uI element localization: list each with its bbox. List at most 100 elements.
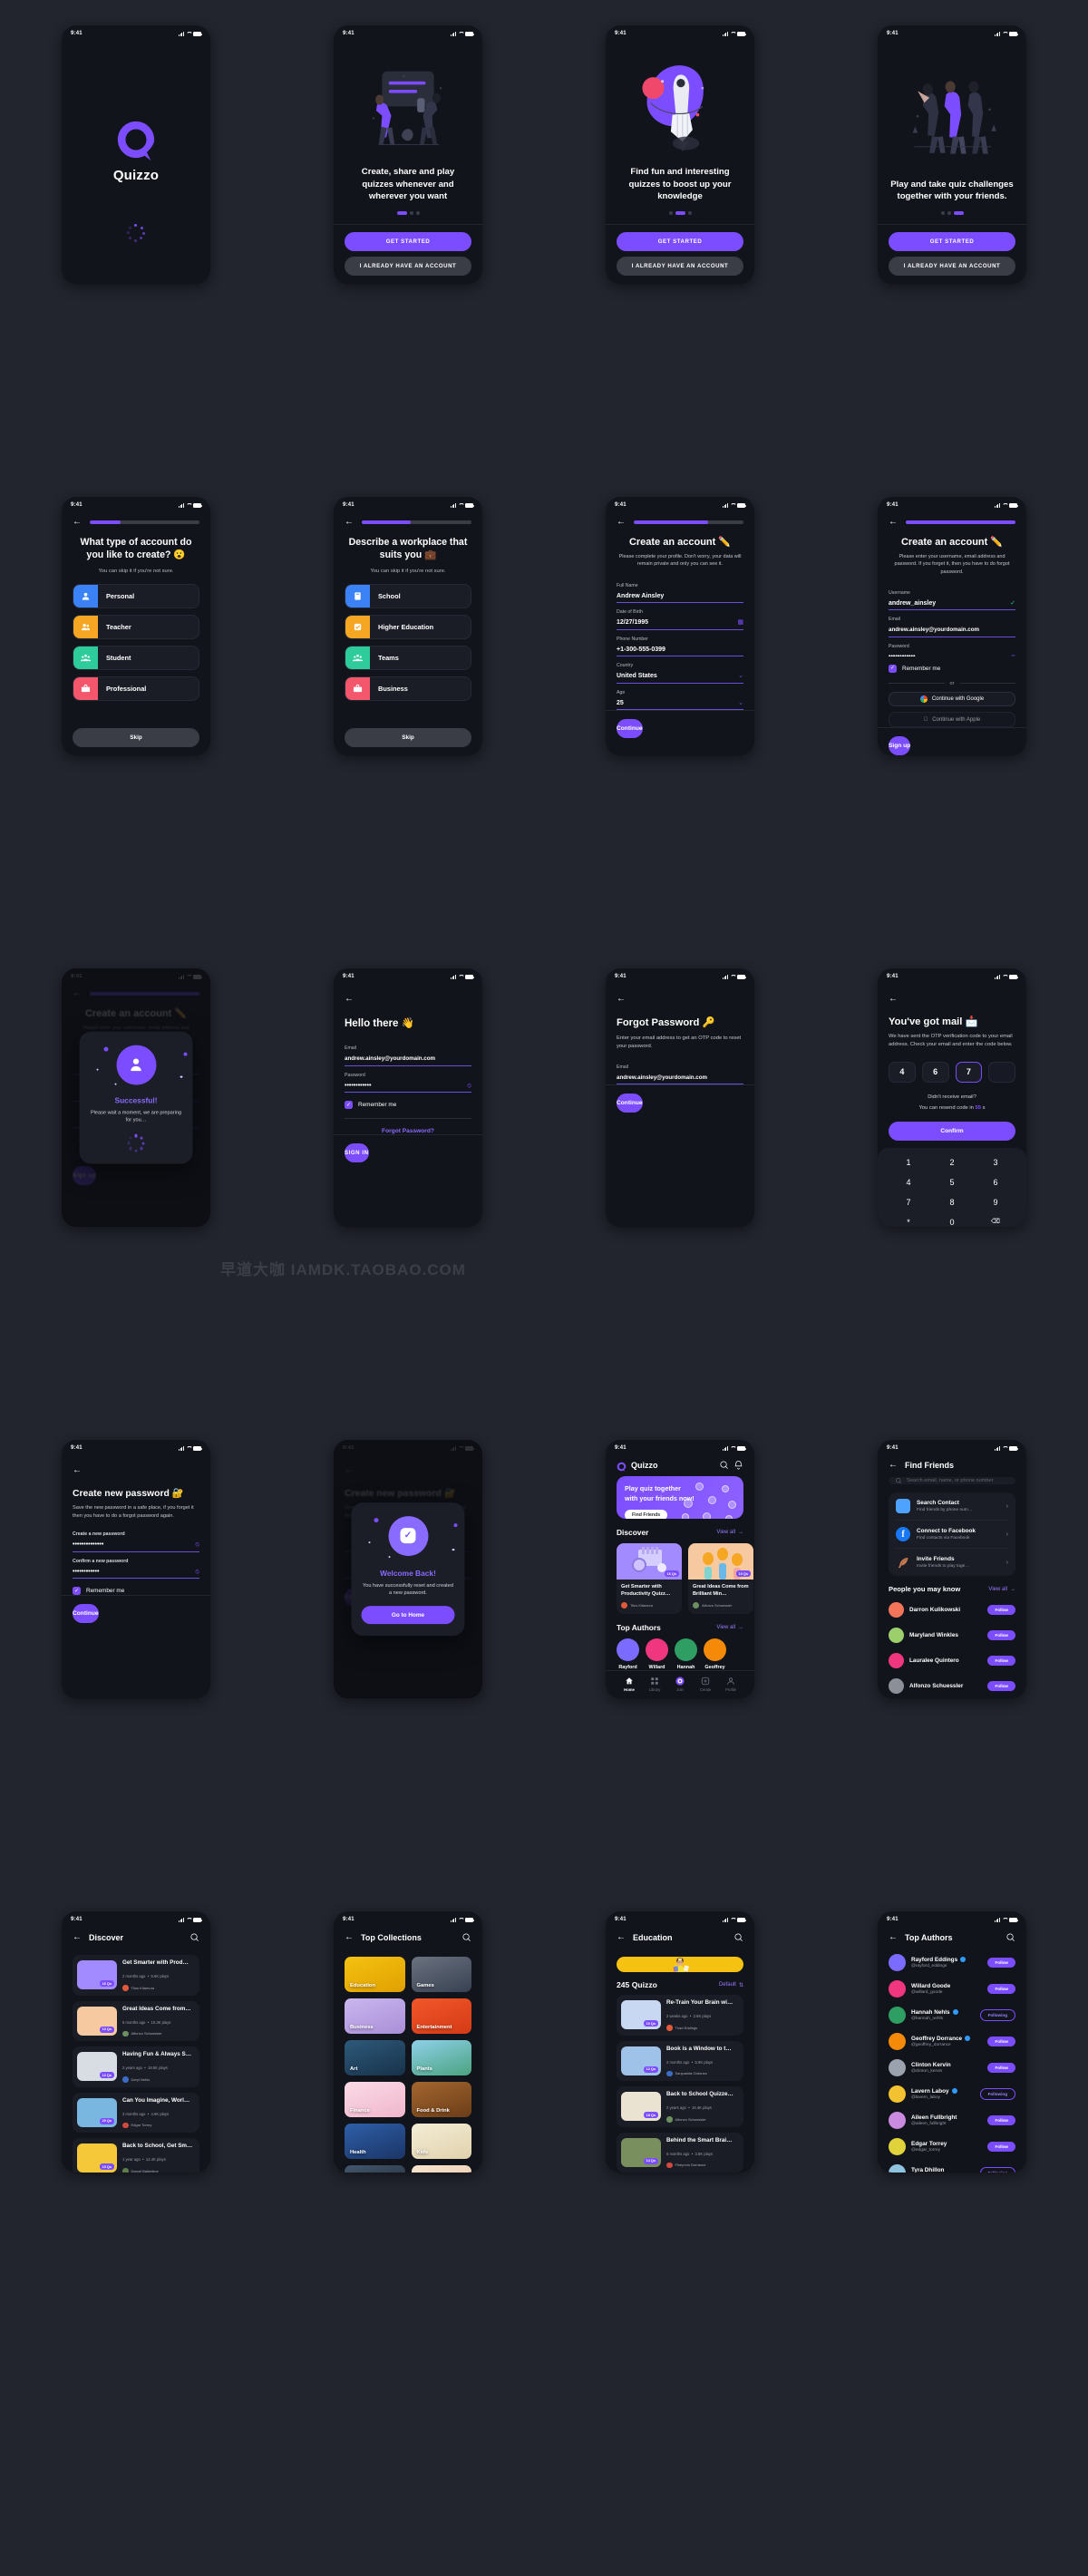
- back-icon[interactable]: ←: [345, 1932, 354, 1942]
- quiz-row[interactable]: 18 Qs Back to School Quizze… 2 years ago •…: [617, 2086, 743, 2127]
- key-5[interactable]: 5: [930, 1174, 974, 1191]
- sign-in-button[interactable]: SIGN IN: [345, 1143, 369, 1162]
- otp-digit-1[interactable]: 4: [889, 1061, 916, 1083]
- chevron-down-icon[interactable]: ⌄: [738, 673, 743, 679]
- find-friends-banner[interactable]: Play quiz together with your friends now…: [617, 1476, 743, 1520]
- tab-create[interactable]: Create: [693, 1677, 718, 1692]
- back-icon[interactable]: ←: [617, 994, 626, 1004]
- author-item[interactable]: Hannah: [675, 1638, 697, 1670]
- tab-join[interactable]: Join: [667, 1676, 693, 1692]
- back-icon[interactable]: ←: [345, 518, 354, 527]
- key-4[interactable]: 4: [887, 1174, 930, 1191]
- option-personal[interactable]: Personal: [73, 583, 199, 608]
- collection-lifestyle[interactable]: Lifestyle: [411, 2165, 471, 2173]
- follow-button[interactable]: Follow: [987, 1629, 1015, 1640]
- quiz-row[interactable]: 10 Qs Re-Train Your Brain wi… 2 weeks ago …: [617, 1995, 743, 2036]
- follow-button[interactable]: Follow: [987, 2142, 1015, 2152]
- back-icon[interactable]: ←: [617, 1932, 626, 1942]
- get-started-button[interactable]: GET STARTED: [889, 232, 1015, 251]
- eye-off-icon[interactable]: ⦸: [467, 1083, 471, 1089]
- continue-button[interactable]: Continue: [73, 1604, 99, 1624]
- method-search-contact[interactable]: Search Contact Find friends by phone num……: [896, 1492, 1008, 1521]
- option-business[interactable]: Business: [345, 676, 471, 701]
- option-higher-education[interactable]: Higher Education: [345, 614, 471, 639]
- otp-digit-3[interactable]: 7: [955, 1061, 983, 1083]
- continue-with-apple-button[interactable]:  Continue with Apple: [889, 712, 1015, 727]
- quiz-row[interactable]: 10 Qs Back to School, Get Sm… 1 year ago •…: [73, 2138, 199, 2173]
- discover-card[interactable]: 16 Qs Get Smarter with Productivity Quiz…: [617, 1543, 682, 1614]
- field-password[interactable]: •••••••••••• ⦸: [345, 1080, 471, 1093]
- page-dots[interactable]: [617, 211, 743, 215]
- collection-plants[interactable]: Plants: [411, 2040, 471, 2075]
- collection-sports[interactable]: Sports: [345, 2165, 405, 2173]
- method-connect-facebook[interactable]: f Connect to Facebook Find contacts via F…: [896, 1521, 1008, 1549]
- skip-button[interactable]: Skip: [73, 728, 199, 747]
- collection-education[interactable]: Education: [345, 1957, 405, 1992]
- key-3[interactable]: 3: [974, 1154, 1017, 1171]
- continue-button[interactable]: Continue: [617, 719, 643, 738]
- quiz-row[interactable]: 12 Qs Book is a Window to t… 2 months ago …: [617, 2040, 743, 2081]
- tab-home[interactable]: Home: [617, 1677, 642, 1692]
- key-backspace-icon[interactable]: ⌫: [974, 1214, 1017, 1227]
- sort-control[interactable]: Default ⇅: [719, 1982, 743, 1988]
- back-icon[interactable]: ←: [889, 518, 898, 527]
- have-account-button[interactable]: I ALREADY HAVE AN ACCOUNT: [617, 257, 743, 276]
- field-dob[interactable]: 12/27/1995 ▦: [617, 617, 743, 630]
- continue-button[interactable]: Continue: [617, 1094, 643, 1113]
- key-2[interactable]: 2: [930, 1154, 974, 1171]
- option-student[interactable]: Student: [73, 645, 199, 670]
- field-age[interactable]: 25 ⌄: [617, 697, 743, 710]
- collection-entertainment[interactable]: Entertainment: [411, 1998, 471, 2034]
- field-confirm-password[interactable]: •••••••••••• ⦸: [73, 1566, 199, 1580]
- field-phone[interactable]: +1-300-555-0399: [617, 644, 743, 656]
- bell-icon[interactable]: [733, 1460, 743, 1470]
- page-dots[interactable]: [889, 211, 1015, 215]
- back-icon[interactable]: ←: [889, 1932, 898, 1942]
- search-icon[interactable]: [733, 1932, 743, 1942]
- tab-library[interactable]: Library: [642, 1677, 667, 1692]
- following-button[interactable]: Following: [979, 2088, 1015, 2100]
- field-country[interactable]: United States ⌄: [617, 670, 743, 684]
- search-input[interactable]: Search email, name, or phone number: [889, 1477, 1015, 1484]
- option-school[interactable]: School: [345, 583, 471, 608]
- collection-kids[interactable]: Kids: [411, 2124, 471, 2159]
- field-new-password[interactable]: •••••••••••••• ⦸: [73, 1539, 199, 1552]
- calendar-icon[interactable]: ▦: [737, 619, 743, 626]
- find-friends-button[interactable]: Find Friends: [625, 1509, 668, 1520]
- remember-me-checkbox[interactable]: ✓: [345, 1101, 353, 1109]
- field-password[interactable]: •••••••••••• ⦸: [889, 651, 1015, 656]
- follow-button[interactable]: Follow: [987, 1680, 1015, 1691]
- remember-me-checkbox[interactable]: ✓: [73, 1587, 81, 1596]
- search-icon[interactable]: [1005, 1932, 1015, 1942]
- have-account-button[interactable]: I ALREADY HAVE AN ACCOUNT: [345, 257, 471, 276]
- get-started-button[interactable]: GET STARTED: [345, 232, 471, 251]
- field-full-name[interactable]: Andrew Ainsley: [617, 590, 743, 603]
- key-0[interactable]: 0: [930, 1214, 974, 1227]
- back-icon[interactable]: ←: [73, 1465, 82, 1475]
- option-teams[interactable]: Teams: [345, 645, 471, 670]
- field-username[interactable]: andrew_ainsley ✓: [889, 598, 1015, 611]
- field-email[interactable]: andrew.ainsley@yourdomain.com: [889, 624, 1015, 637]
- tab-profile[interactable]: Profile: [718, 1677, 743, 1692]
- quiz-row[interactable]: 14 Qs Behind the Smart Brai… 6 months ago …: [617, 2132, 743, 2173]
- quiz-row[interactable]: 20 Qs Can You Imagine, Worl… 3 months ago …: [73, 2092, 199, 2133]
- get-started-button[interactable]: GET STARTED: [617, 232, 743, 251]
- field-email[interactable]: andrew.ainsley@yourdomain.com: [617, 1072, 743, 1085]
- key-8[interactable]: 8: [930, 1194, 974, 1211]
- option-professional[interactable]: Professional: [73, 676, 199, 701]
- author-item[interactable]: Geoffrey: [704, 1638, 726, 1670]
- following-button[interactable]: Following: [979, 2009, 1015, 2021]
- follow-button[interactable]: Follow: [987, 1655, 1015, 1666]
- collection-business[interactable]: Business: [345, 1998, 405, 2034]
- follow-button[interactable]: Follow: [987, 2115, 1015, 2125]
- method-invite-friends[interactable]: Invite Friends Invite friends to play tog…: [896, 1549, 1008, 1576]
- forgot-password-link[interactable]: Forgot Password?: [345, 1128, 471, 1134]
- remember-me-row[interactable]: ✓ Remember me: [73, 1587, 199, 1596]
- collection-art[interactable]: Art: [345, 2040, 405, 2075]
- author-item[interactable]: Willard: [646, 1638, 668, 1670]
- collection-health[interactable]: Health: [345, 2124, 405, 2159]
- key-9[interactable]: 9: [974, 1194, 1017, 1211]
- key-asterisk[interactable]: *: [887, 1214, 930, 1227]
- key-1[interactable]: 1: [887, 1154, 930, 1171]
- remember-me-row[interactable]: ✓ Remember me: [889, 664, 1015, 673]
